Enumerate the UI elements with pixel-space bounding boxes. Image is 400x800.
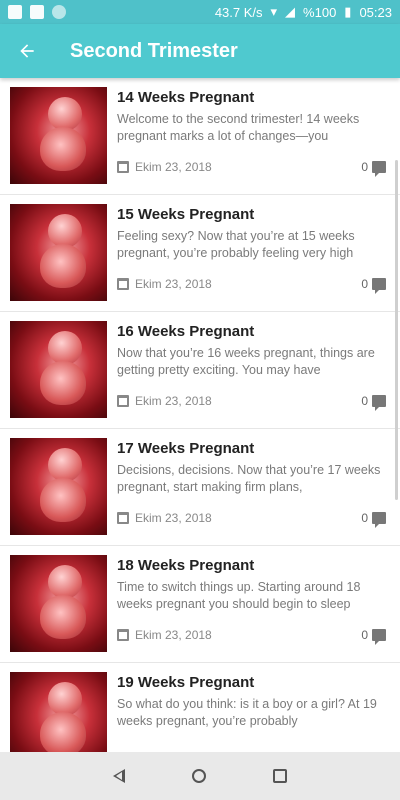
battery-icon: ▮ xyxy=(344,4,352,19)
article-thumbnail xyxy=(10,672,107,752)
signal-icon: ◢ xyxy=(285,4,296,19)
app-bar: Second Trimester xyxy=(0,24,400,78)
article-thumbnail xyxy=(10,87,107,184)
comment-icon xyxy=(372,512,386,528)
list-item[interactable]: 14 Weeks Pregnant Welcome to the second … xyxy=(0,78,400,195)
network-speed: 43.7 K/s xyxy=(214,4,263,20)
status-indicators: 43.7 K/s ▾ ◢ %100 ▮ 05:23 xyxy=(215,4,392,20)
article-date: Ekim 23, 2018 xyxy=(117,628,212,642)
page-title: Second Trimester xyxy=(70,39,238,62)
calendar-icon xyxy=(117,512,129,524)
list-item[interactable]: 16 Weeks Pregnant Now that you’re 16 wee… xyxy=(0,312,400,429)
clock: 05:23 xyxy=(359,4,392,20)
article-date: Ekim 23, 2018 xyxy=(117,160,212,174)
sync-icon xyxy=(52,5,66,19)
article-title: 17 Weeks Pregnant xyxy=(117,440,255,457)
system-navigation-bar xyxy=(0,752,400,800)
article-excerpt: Time to switch things up. Starting aroun… xyxy=(117,580,361,611)
comment-count: 0 xyxy=(361,628,386,645)
article-title: 19 Weeks Pregnant xyxy=(117,674,255,691)
scrollbar[interactable] xyxy=(395,160,398,500)
article-title: 15 Weeks Pregnant xyxy=(117,206,255,223)
calendar-icon xyxy=(117,161,129,173)
status-notifications xyxy=(8,5,66,19)
calendar-icon xyxy=(117,629,129,641)
comment-icon xyxy=(372,161,386,177)
comment-count: 0 xyxy=(361,511,386,528)
calendar-icon xyxy=(117,395,129,407)
article-list[interactable]: 14 Weeks Pregnant Welcome to the second … xyxy=(0,78,400,752)
calendar-icon xyxy=(117,278,129,290)
comment-count: 0 xyxy=(361,160,386,177)
comment-icon xyxy=(372,395,386,411)
article-thumbnail xyxy=(10,438,107,535)
comment-count: 0 xyxy=(361,277,386,294)
article-excerpt: Welcome to the second trimester! 14 week… xyxy=(117,112,360,143)
nav-back-icon[interactable] xyxy=(113,769,126,783)
article-excerpt: So what do you think: is it a boy or a g… xyxy=(117,697,377,728)
wifi-icon: ▾ xyxy=(270,4,278,19)
list-item[interactable]: 19 Weeks Pregnant So what do you think: … xyxy=(0,663,400,752)
arrow-back-icon xyxy=(20,44,34,58)
article-date: Ekim 23, 2018 xyxy=(117,394,212,408)
list-item[interactable]: 18 Weeks Pregnant Time to switch things … xyxy=(0,546,400,663)
article-excerpt: Decisions, decisions. Now that you’re 17… xyxy=(117,463,381,494)
list-item[interactable]: 15 Weeks Pregnant Feeling sexy? Now that… xyxy=(0,195,400,312)
back-button[interactable] xyxy=(0,24,54,78)
facebook-icon xyxy=(8,5,22,19)
article-excerpt: Now that you’re 16 weeks pregnant, thing… xyxy=(117,346,375,377)
article-thumbnail xyxy=(10,204,107,301)
article-title: 18 Weeks Pregnant xyxy=(117,557,255,574)
comment-count: 0 xyxy=(361,394,386,411)
nav-recents-icon[interactable] xyxy=(272,769,287,783)
comment-icon xyxy=(372,629,386,645)
nav-home-icon[interactable] xyxy=(191,769,206,783)
article-thumbnail xyxy=(10,321,107,418)
battery-level: %100 xyxy=(303,4,337,20)
article-thumbnail xyxy=(10,555,107,652)
gallery-icon xyxy=(30,5,44,19)
article-date: Ekim 23, 2018 xyxy=(117,511,212,525)
list-item[interactable]: 17 Weeks Pregnant Decisions, decisions. … xyxy=(0,429,400,546)
article-title: 16 Weeks Pregnant xyxy=(117,323,255,340)
article-date: Ekim 23, 2018 xyxy=(117,277,212,291)
article-title: 14 Weeks Pregnant xyxy=(117,89,255,106)
comment-icon xyxy=(372,278,386,294)
status-bar: 43.7 K/s ▾ ◢ %100 ▮ 05:23 xyxy=(0,0,400,24)
article-excerpt: Feeling sexy? Now that you’re at 15 week… xyxy=(117,229,355,260)
